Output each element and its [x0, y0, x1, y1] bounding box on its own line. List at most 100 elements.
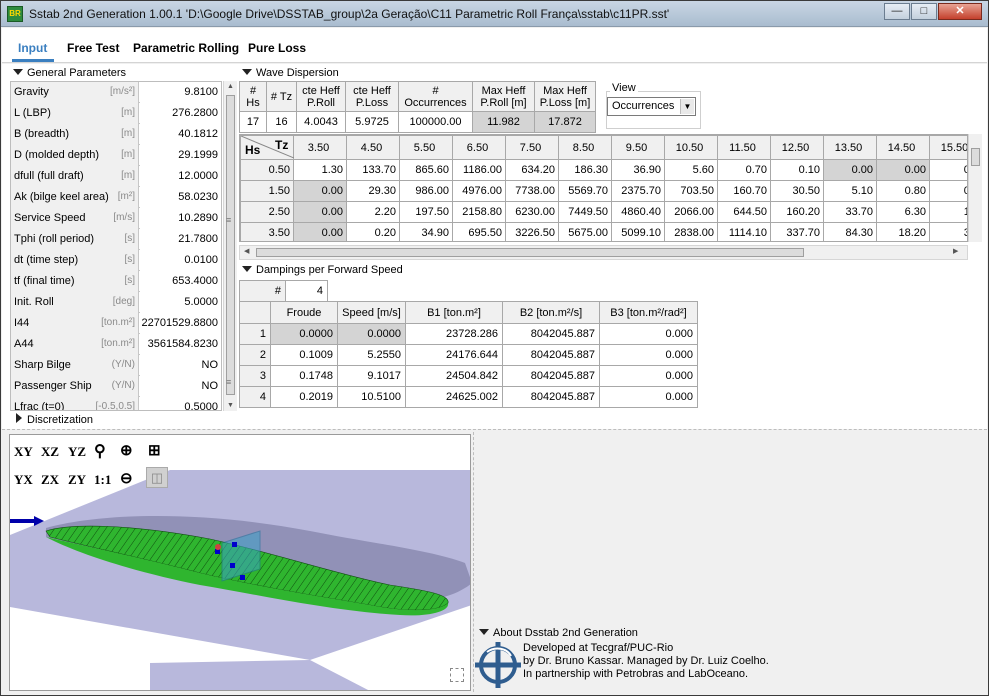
view-xz-button[interactable]: XZ [41, 444, 59, 460]
occurrence-cell[interactable]: 30.50 [770, 180, 824, 202]
occurrence-cell[interactable]: 634.20 [505, 159, 559, 181]
occurrence-cell[interactable]: 197.50 [399, 201, 453, 223]
occurrence-cell[interactable]: 865.60 [399, 159, 453, 181]
b1-cell[interactable]: 23728.286 [405, 323, 503, 345]
box-view-icon[interactable]: ◫ [146, 467, 168, 488]
occurrence-cell[interactable]: 4860.40 [611, 201, 665, 223]
tz-count-value[interactable]: 16 [266, 111, 297, 133]
occurrence-cell[interactable]: 6230.00 [505, 201, 559, 223]
occurrence-cell[interactable]: 644.50 [717, 201, 771, 223]
scrollbar-thumb[interactable] [971, 148, 980, 166]
zoom-out-icon[interactable]: ⊖ [120, 469, 133, 488]
hs-count-value[interactable]: 17 [239, 111, 267, 133]
occurrence-cell[interactable]: 18.20 [876, 222, 930, 241]
view-yx-button[interactable]: YX [14, 472, 33, 488]
view-zy-button[interactable]: ZY [68, 472, 86, 488]
occurrence-cell[interactable]: 0.1 [929, 180, 967, 202]
occurrence-cell[interactable]: 4976.00 [452, 180, 506, 202]
b3-cell[interactable]: 0.000 [599, 365, 698, 387]
param-value-field[interactable]: NO [140, 376, 221, 397]
occurrence-cell[interactable]: 29.30 [346, 180, 400, 202]
froude-cell[interactable]: 0.1748 [270, 365, 338, 387]
occurrence-cell[interactable]: 0.00 [293, 201, 347, 223]
3d-hull-viewer[interactable]: XY XZ YZ ⚲ ⊕ ⊞ YX ZX ZY 1:1 ⊖ ◫ [9, 434, 471, 691]
search-icon[interactable]: ⚲ [94, 441, 106, 461]
occurrence-cell[interactable]: 3226.50 [505, 222, 559, 241]
tab-pure-loss[interactable]: Pure Loss [248, 41, 306, 55]
occurrence-cell[interactable]: 186.30 [558, 159, 612, 181]
occurrence-cell[interactable]: 1.3 [929, 201, 967, 223]
param-value-field[interactable]: NO [140, 355, 221, 376]
occurrence-cell[interactable]: 160.70 [717, 180, 771, 202]
param-value-field[interactable]: 9.8100 [140, 82, 221, 103]
param-value-field[interactable]: 29.1999 [140, 145, 221, 166]
b1-cell[interactable]: 24625.002 [405, 386, 503, 408]
speed-cell[interactable]: 9.1017 [337, 365, 406, 387]
occurrence-cell[interactable]: 0.0 [929, 159, 967, 181]
occurrence-cell[interactable]: 7449.50 [558, 201, 612, 223]
dampings-header[interactable]: Dampings per Forward Speed [242, 264, 403, 276]
speed-cell[interactable]: 0.0000 [337, 323, 406, 345]
occurrence-cell[interactable]: 0.00 [876, 159, 930, 181]
occurrence-cell[interactable]: 337.70 [770, 222, 824, 241]
view-yz-button[interactable]: YZ [68, 444, 86, 460]
occurrence-cell[interactable]: 0.80 [876, 180, 930, 202]
froude-cell[interactable]: 0.1009 [270, 344, 338, 366]
occurrence-cell[interactable]: 2066.00 [664, 201, 718, 223]
occurrence-cell[interactable]: 6.30 [876, 201, 930, 223]
wave-grid-vscrollbar[interactable] [968, 134, 982, 242]
tab-parametric-rolling[interactable]: Parametric Rolling [133, 41, 239, 55]
occurrence-cell[interactable]: 160.20 [770, 201, 824, 223]
occurrence-cell[interactable]: 2.20 [346, 201, 400, 223]
scroll-right-icon[interactable]: ▶ [953, 247, 958, 255]
cte-heff-roll-value[interactable]: 4.0043 [296, 111, 346, 133]
occurrence-cell[interactable]: 0.20 [346, 222, 400, 241]
fit-view-icon[interactable]: ⊞ [148, 441, 161, 460]
fullscreen-icon[interactable] [450, 668, 464, 682]
occurrence-cell[interactable]: 5569.70 [558, 180, 612, 202]
param-value-field[interactable]: 58.0230 [140, 187, 221, 208]
tab-free-test[interactable]: Free Test [67, 41, 119, 55]
splitter-grip[interactable]: ≡ [226, 376, 236, 406]
scroll-up-icon[interactable]: ▲ [227, 83, 234, 90]
param-value-field[interactable]: 21.7800 [140, 229, 221, 250]
occurrence-cell[interactable]: 36.90 [611, 159, 665, 181]
occurrence-cell[interactable]: 2838.00 [664, 222, 718, 241]
occurrence-cell[interactable]: 33.70 [823, 201, 877, 223]
param-value-field[interactable]: 653.4000 [140, 271, 221, 292]
b3-cell[interactable]: 0.000 [599, 323, 698, 345]
view-select[interactable]: Occurrences ▼ [607, 97, 696, 116]
occurrence-cell[interactable]: 5.10 [823, 180, 877, 202]
b1-cell[interactable]: 24176.644 [405, 344, 503, 366]
minimize-button[interactable]: — [884, 3, 910, 20]
b3-cell[interactable]: 0.000 [599, 344, 698, 366]
param-value-field[interactable]: 40.1812 [140, 124, 221, 145]
param-value-field[interactable]: 10.2890 [140, 208, 221, 229]
occurrence-cell[interactable]: 703.50 [664, 180, 718, 202]
general-parameters-scrollbar[interactable]: ▲ ▼ [223, 81, 237, 411]
zoom-in-icon[interactable]: ⊕ [120, 441, 133, 460]
occurrence-cell[interactable]: 0.00 [293, 222, 347, 241]
occurrence-cell[interactable]: 2158.80 [452, 201, 506, 223]
param-value-field[interactable]: 0.5000 [140, 397, 221, 410]
b2-cell[interactable]: 8042045.887 [502, 365, 600, 387]
general-parameters-header[interactable]: General Parameters [13, 67, 126, 79]
param-value-field[interactable]: 276.2800 [140, 103, 221, 124]
occurrence-cell[interactable]: 695.50 [452, 222, 506, 241]
occurrence-cell[interactable]: 84.30 [823, 222, 877, 241]
param-value-field[interactable]: 3561584.8230 [140, 334, 221, 355]
froude-cell[interactable]: 0.2019 [270, 386, 338, 408]
param-value-field[interactable]: 5.0000 [140, 292, 221, 313]
occurrences-value[interactable]: 100000.00 [398, 111, 473, 133]
occurrence-cell[interactable]: 1.30 [293, 159, 347, 181]
scroll-left-icon[interactable]: ◀ [244, 247, 249, 255]
b2-cell[interactable]: 8042045.887 [502, 344, 600, 366]
scrollbar-thumb[interactable] [256, 248, 804, 257]
view-zx-button[interactable]: ZX [41, 472, 59, 488]
tab-input[interactable]: Input [18, 41, 47, 55]
b3-cell[interactable]: 0.000 [599, 386, 698, 408]
cte-heff-loss-value[interactable]: 5.9725 [345, 111, 399, 133]
discretization-header[interactable]: Discretization [16, 413, 93, 426]
b2-cell[interactable]: 8042045.887 [502, 386, 600, 408]
scrollbar-thumb[interactable] [226, 95, 235, 395]
